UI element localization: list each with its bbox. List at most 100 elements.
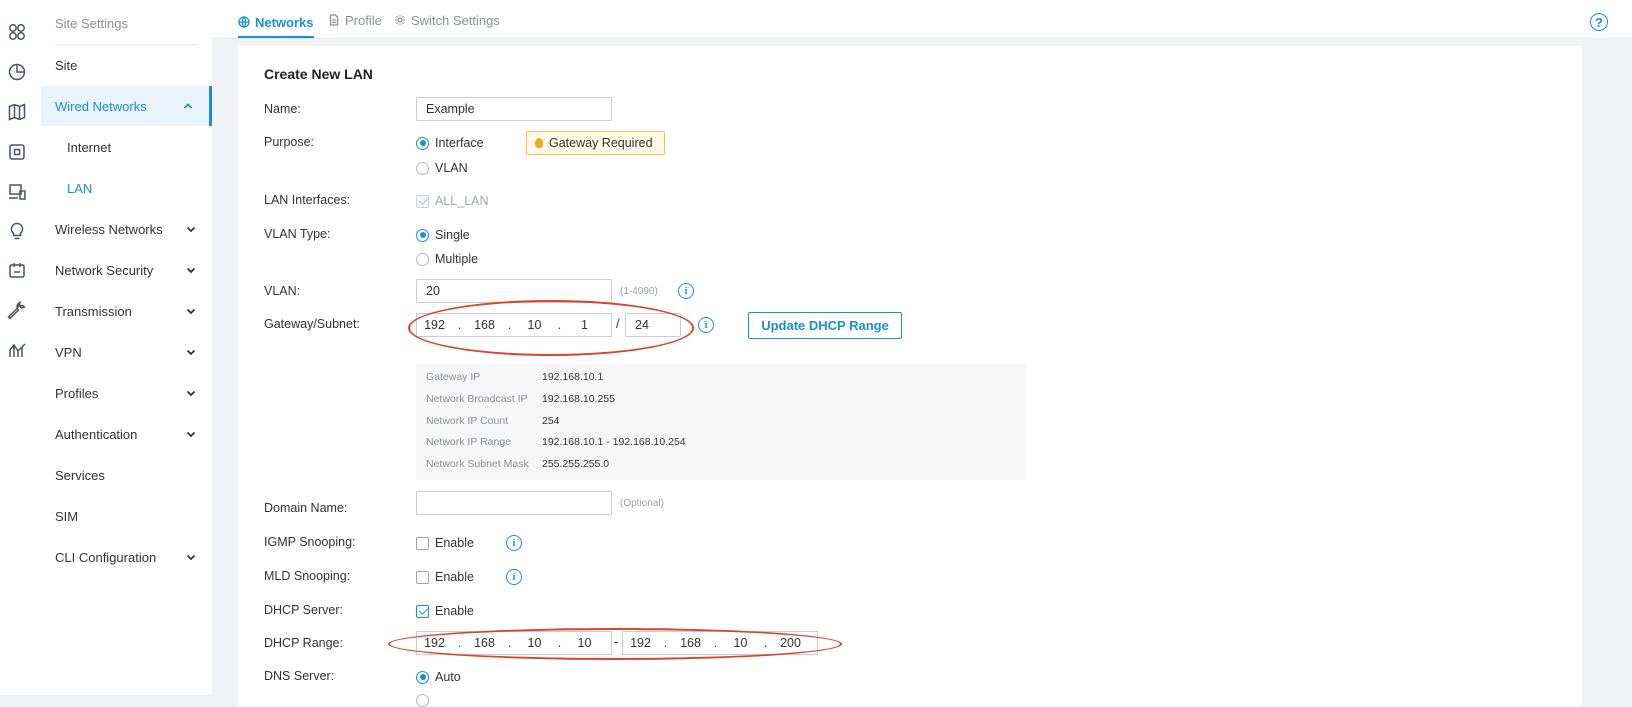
ip-octet[interactable]: 168 xyxy=(467,636,502,650)
sidebar-item-internet[interactable]: Internet xyxy=(41,127,212,167)
gateway-ip-input[interactable]: 192. 168. 10. 1 xyxy=(416,313,612,337)
statistics-icon[interactable] xyxy=(7,62,27,82)
ip-octet[interactable]: 10 xyxy=(517,636,552,650)
sidebar-item-wired-networks[interactable]: Wired Networks xyxy=(41,86,212,126)
summary-value: 254 xyxy=(542,415,560,427)
sidebar-item-profiles[interactable]: Profiles xyxy=(41,373,212,413)
document-icon xyxy=(329,14,339,26)
sidebar-item-authentication[interactable]: Authentication xyxy=(41,414,212,454)
sidebar-item-sim[interactable]: SIM xyxy=(41,496,212,536)
radio-dot xyxy=(416,694,429,707)
ip-octet[interactable]: 10 xyxy=(567,636,602,650)
checkbox-box xyxy=(416,570,429,584)
tab-switch-settings[interactable]: Switch Settings xyxy=(394,10,500,30)
vlan-type-single-radio[interactable]: Single xyxy=(416,228,470,242)
ip-dot: . xyxy=(557,318,562,332)
lan-interfaces-label: LAN Interfaces: xyxy=(264,193,351,207)
info-icon[interactable]: i xyxy=(698,317,714,333)
vlan-input[interactable]: 20 xyxy=(416,279,612,303)
ip-octet[interactable]: 168 xyxy=(467,318,502,332)
help-icon[interactable]: ? xyxy=(1590,13,1608,31)
radio-dot xyxy=(416,670,429,684)
tab-profile[interactable]: Profile xyxy=(328,10,382,30)
icon-rail xyxy=(0,0,41,695)
sidebar-item-transmission[interactable]: Transmission xyxy=(41,291,212,331)
ip-octet[interactable]: 10 xyxy=(723,636,758,650)
igmp-enable-checkbox[interactable]: Enable xyxy=(416,536,474,550)
purpose-label: Purpose: xyxy=(264,135,315,149)
dns-auto-radio[interactable]: Auto xyxy=(416,670,461,684)
ip-octet[interactable]: 192 xyxy=(623,636,658,650)
summary-row: Network Subnet Mask 255.255.255.0 xyxy=(426,458,609,470)
dns-manual-radio[interactable] xyxy=(416,694,429,707)
ip-octet[interactable]: 192 xyxy=(417,318,452,332)
ip-octet[interactable]: 192 xyxy=(417,636,452,650)
ip-octet[interactable]: 200 xyxy=(773,636,808,650)
domain-name-input[interactable] xyxy=(416,491,612,515)
sidebar-item-services[interactable]: Services xyxy=(41,455,212,495)
summary-value: 192.168.10.255 xyxy=(542,393,615,405)
checkbox-label: Enable xyxy=(435,536,474,550)
mld-enable-checkbox[interactable]: Enable xyxy=(416,570,474,584)
tools-icon[interactable] xyxy=(7,300,27,320)
dhcp-range-start-input[interactable]: 192. 168. 10. 10 xyxy=(416,631,612,655)
devices-icon[interactable] xyxy=(7,142,27,162)
summary-row: Network IP Count 254 xyxy=(426,415,560,427)
info-icon[interactable]: i xyxy=(506,569,522,585)
sidebar-item-label: Network Security xyxy=(55,262,154,278)
logs-icon[interactable] xyxy=(7,260,27,280)
dhcp-enable-checkbox[interactable]: Enable xyxy=(416,604,474,618)
sidebar-item-label: Authentication xyxy=(55,426,138,442)
purpose-interface-radio[interactable]: Interface xyxy=(416,136,484,150)
bulb-icon xyxy=(535,138,543,148)
globe-icon xyxy=(238,16,250,28)
sidebar-item-label: Wireless Networks xyxy=(55,221,163,237)
sidebar-item-cli-configuration[interactable]: CLI Configuration xyxy=(41,537,212,577)
vlan-type-multiple-radio[interactable]: Multiple xyxy=(416,252,478,266)
create-lan-panel: Create New LAN Name: Example Purpose: In… xyxy=(238,46,1582,707)
sidebar-item-label: Profiles xyxy=(55,385,99,401)
purpose-vlan-radio[interactable]: VLAN xyxy=(416,161,468,175)
sidebar-item-lan[interactable]: LAN xyxy=(41,168,212,208)
ip-octet[interactable]: 168 xyxy=(673,636,708,650)
radio-label: Auto xyxy=(435,670,461,684)
summary-key: Network Broadcast IP xyxy=(426,393,528,405)
checkbox-box xyxy=(416,536,429,550)
sidebar-item-vpn[interactable]: VPN xyxy=(41,332,212,372)
ip-dot: . xyxy=(507,636,512,650)
ip-dot: . xyxy=(507,318,512,332)
vlan-label: VLAN: xyxy=(264,284,301,298)
sidebar-item-wireless-networks[interactable]: Wireless Networks xyxy=(41,209,212,249)
gateway-subnet-label: Gateway/Subnet: xyxy=(264,317,360,331)
tab-networks[interactable]: Networks xyxy=(238,12,314,38)
ip-dot: . xyxy=(457,318,462,332)
clients-icon[interactable] xyxy=(7,182,27,202)
reports-icon[interactable] xyxy=(7,340,27,360)
top-tab-bar: Networks Profile Switch Settings ? xyxy=(212,0,1632,39)
summary-key: Network IP Range xyxy=(426,436,512,448)
radio-label: Single xyxy=(435,228,470,242)
sidebar-item-label: CLI Configuration xyxy=(55,549,157,565)
update-dhcp-range-button[interactable]: Update DHCP Range xyxy=(748,312,902,339)
chevron-down-icon xyxy=(184,386,198,400)
sidebar-item-network-security[interactable]: Network Security xyxy=(41,250,212,290)
dashboard-icon[interactable] xyxy=(7,22,27,42)
dhcp-range-end-input[interactable]: 192. 168. 10. 200 xyxy=(622,631,818,655)
info-icon[interactable]: i xyxy=(506,535,522,551)
domain-name-label: Domain Name: xyxy=(264,501,348,515)
name-input[interactable]: Example xyxy=(416,97,612,121)
dns-server-label: DNS Server: xyxy=(264,669,335,683)
settings-sidebar: Site Settings Site Wired Networks Intern… xyxy=(41,0,212,695)
chevron-up-icon xyxy=(181,99,195,113)
ip-octet[interactable]: 10 xyxy=(517,318,552,332)
sidebar-item-site[interactable]: Site xyxy=(41,45,212,85)
info-icon[interactable]: i xyxy=(678,283,694,299)
subnet-mask-input[interactable]: 24 xyxy=(625,313,681,337)
tab-label: Switch Settings xyxy=(411,12,500,28)
checkbox-label: Enable xyxy=(435,604,474,618)
ip-octet[interactable]: 1 xyxy=(567,318,602,332)
subnet-slash: / xyxy=(616,316,620,331)
map-icon[interactable] xyxy=(7,102,27,122)
optional-hint: (Optional) xyxy=(620,498,664,509)
insights-icon[interactable] xyxy=(7,221,27,241)
